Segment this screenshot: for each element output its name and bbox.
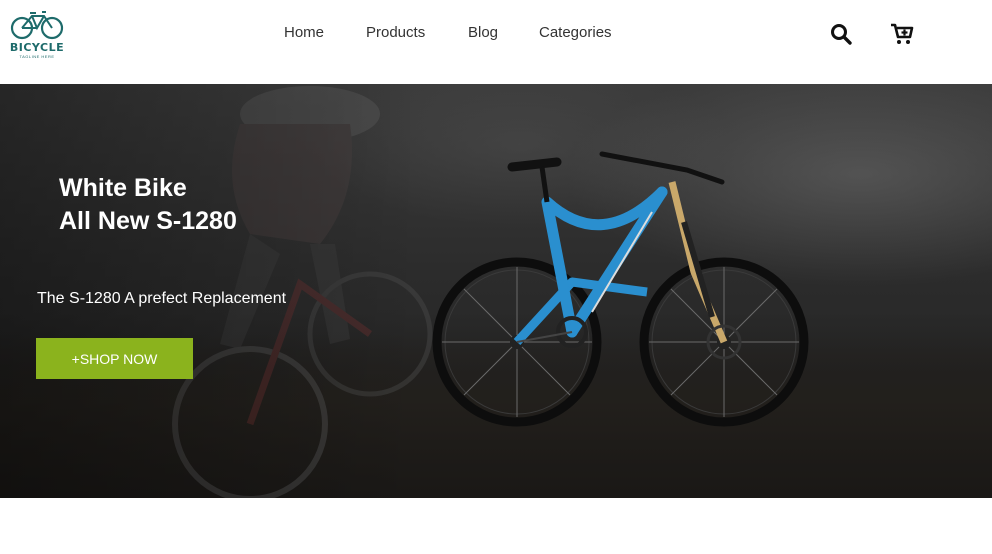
hero-banner: White Bike All New S-1280 The S-1280 A p… bbox=[0, 84, 992, 498]
search-icon bbox=[831, 24, 852, 45]
shop-now-button[interactable]: +SHOP NOW bbox=[36, 338, 193, 379]
cart-button[interactable] bbox=[889, 22, 914, 46]
brand-logo[interactable]: BICYCLE TAGLINE HERE bbox=[8, 8, 66, 59]
cart-plus-icon bbox=[891, 23, 914, 44]
nav-categories[interactable]: Categories bbox=[539, 24, 612, 41]
bike-image bbox=[432, 151, 809, 427]
nav-blog[interactable]: Blog bbox=[468, 24, 498, 41]
brand-tagline: TAGLINE HERE bbox=[19, 54, 55, 59]
hero-title-line2: All New S-1280 bbox=[59, 207, 237, 235]
nav-products[interactable]: Products bbox=[366, 24, 425, 41]
search-button[interactable] bbox=[829, 22, 853, 46]
nav-home[interactable]: Home bbox=[284, 24, 324, 41]
hero-subtitle: The S-1280 A prefect Replacement bbox=[37, 290, 287, 307]
brand-name: BICYCLE bbox=[9, 41, 65, 54]
site-header: BICYCLE TAGLINE HERE Home Products Blog … bbox=[0, 0, 992, 84]
hero-title-line1: White Bike bbox=[59, 174, 187, 202]
bicycle-icon bbox=[10, 11, 64, 40]
hero-title: White Bike All New S-1280 bbox=[59, 172, 237, 238]
